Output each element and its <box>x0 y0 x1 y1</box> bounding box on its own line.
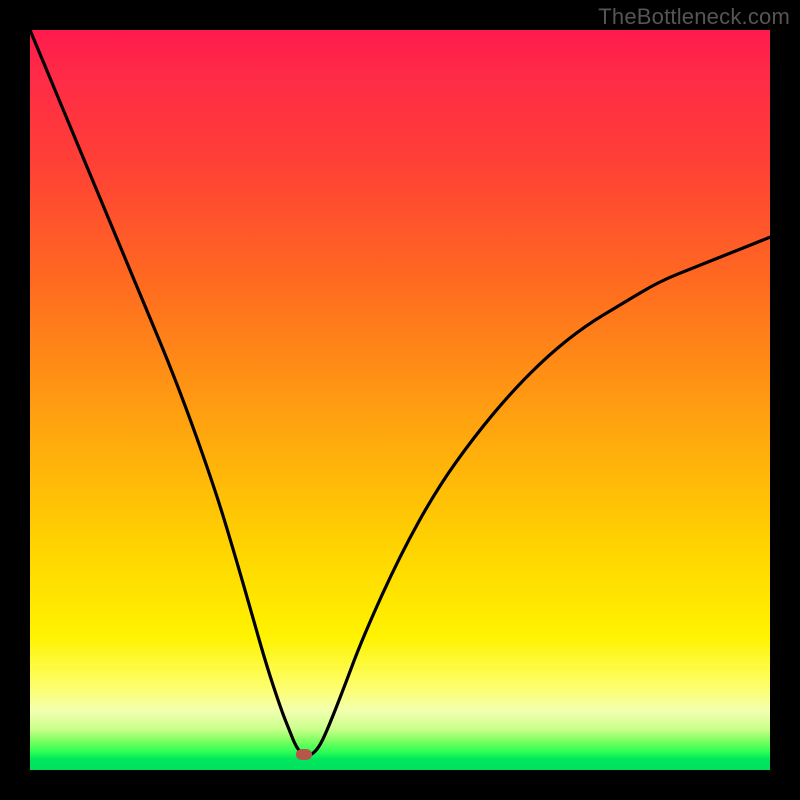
watermark-label: TheBottleneck.com <box>598 4 790 30</box>
plot-area <box>30 30 770 770</box>
bottleneck-curve <box>30 30 770 770</box>
optimal-point-marker <box>296 749 312 760</box>
